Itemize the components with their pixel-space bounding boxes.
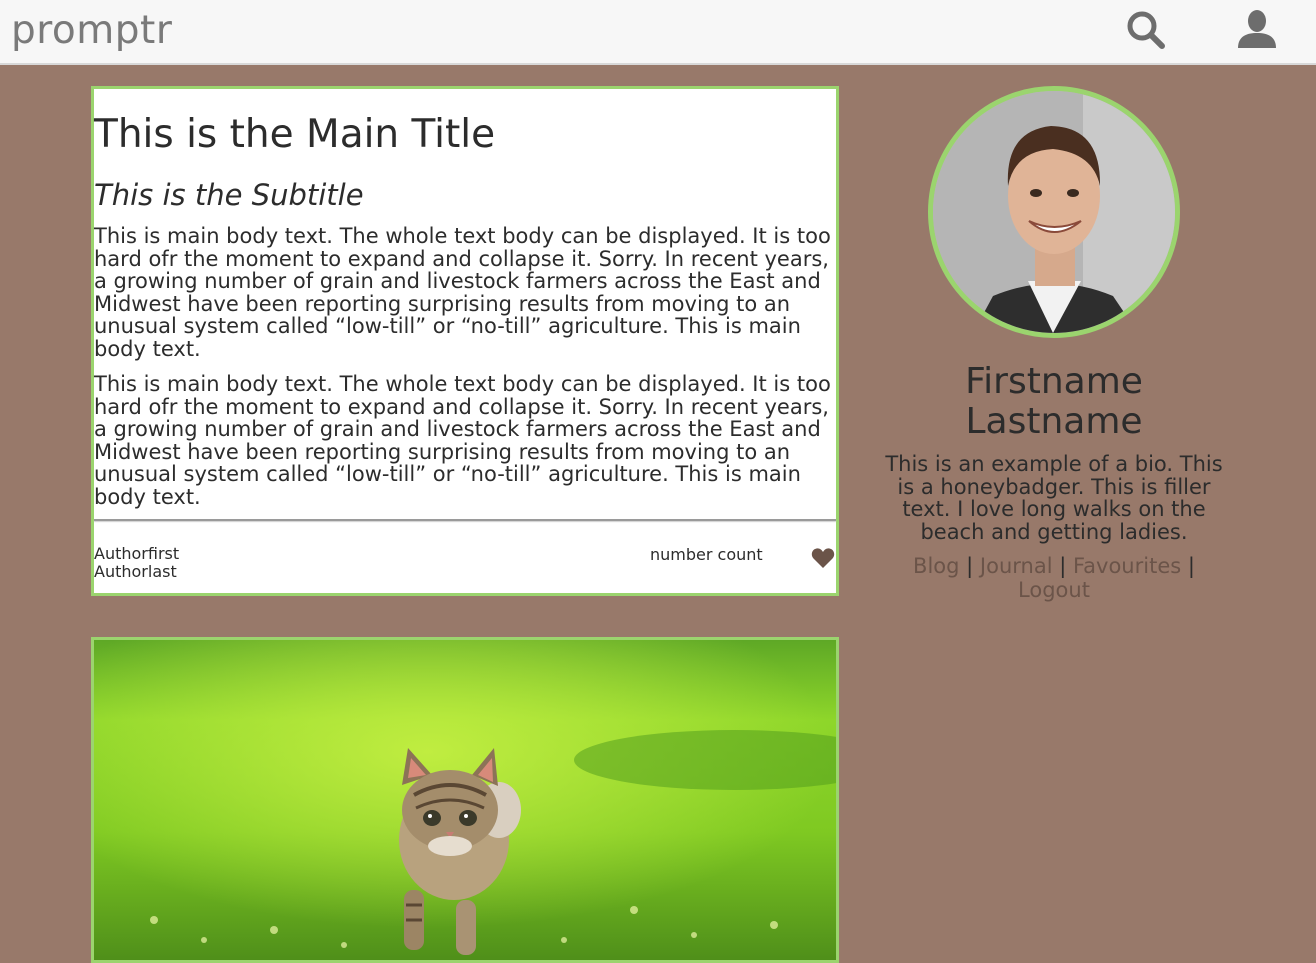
logout-link[interactable]: Logout bbox=[1018, 578, 1090, 602]
post-card: This is the Main Title This is the Subti… bbox=[91, 86, 839, 596]
heart-icon bbox=[811, 548, 835, 568]
author-last-name: Authorlast bbox=[94, 562, 177, 581]
profile-last-name: Lastname bbox=[965, 401, 1143, 442]
favourites-link[interactable]: Favourites bbox=[1073, 554, 1181, 578]
like-count: number count bbox=[650, 545, 763, 564]
profile-name: Firstname Lastname bbox=[870, 362, 1238, 442]
blog-link[interactable]: Blog bbox=[913, 554, 959, 578]
user-icon bbox=[1238, 10, 1276, 48]
post-author[interactable]: Authorfirst Authorlast bbox=[94, 545, 179, 581]
app-logo[interactable]: promptr bbox=[11, 9, 172, 53]
journal-link[interactable]: Journal bbox=[980, 554, 1053, 578]
profile-first-name: Firstname bbox=[965, 361, 1143, 402]
avatar[interactable] bbox=[928, 86, 1180, 338]
profile-photo bbox=[933, 91, 1175, 333]
top-nav-bar: promptr bbox=[0, 0, 1316, 65]
profile-links: Blog | Journal | Favourites | Logout bbox=[870, 554, 1238, 602]
post-title: This is the Main Title bbox=[94, 112, 496, 157]
link-separator: | bbox=[1187, 554, 1195, 578]
search-button[interactable] bbox=[1124, 8, 1168, 52]
link-separator: | bbox=[966, 554, 974, 578]
image-post-card[interactable] bbox=[91, 637, 839, 963]
user-profile-button[interactable] bbox=[1235, 8, 1279, 52]
post-body: This is main body text. The whole text b… bbox=[94, 225, 832, 521]
author-first-name: Authorfirst bbox=[94, 544, 180, 563]
post-divider bbox=[94, 519, 836, 521]
link-separator: | bbox=[1059, 554, 1067, 578]
profile-bio: This is an example of a bio. This is a h… bbox=[885, 452, 1223, 544]
search-icon bbox=[1127, 11, 1165, 49]
post-subtitle: This is the Subtitle bbox=[94, 178, 364, 212]
post-paragraph: This is main body text. The whole text b… bbox=[94, 224, 831, 361]
post-paragraph: This is main body text. The whole text b… bbox=[94, 372, 831, 509]
kitten-photo bbox=[94, 640, 836, 960]
like-button[interactable] bbox=[811, 547, 835, 569]
